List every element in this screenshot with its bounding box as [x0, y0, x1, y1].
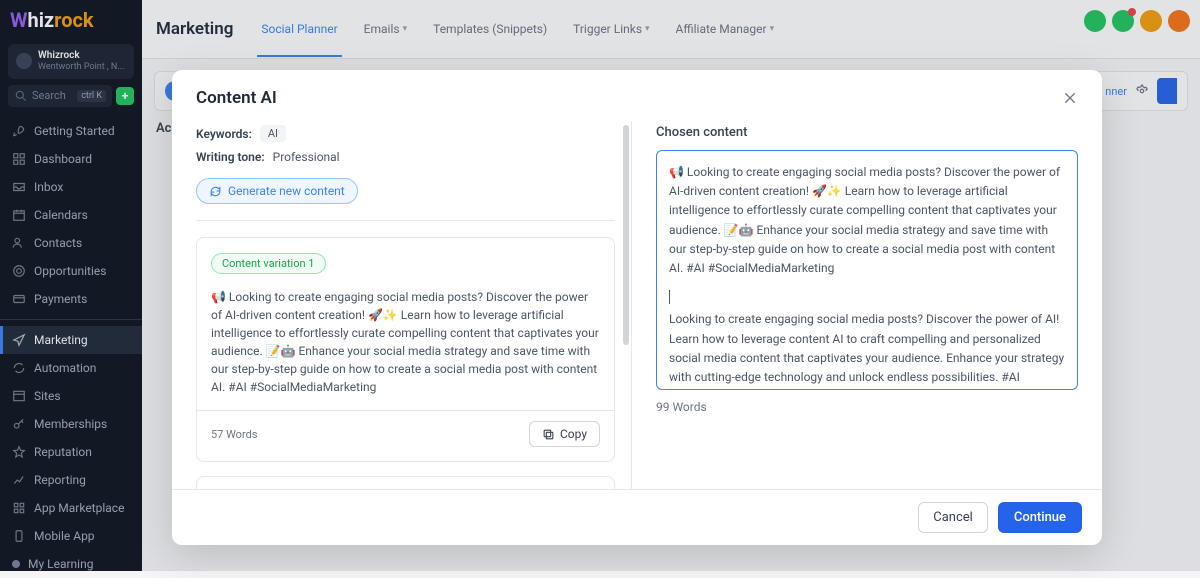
- chosen-word-count: 99 Words: [656, 400, 1078, 414]
- chosen-para-2: Looking to create engaging social media …: [669, 310, 1065, 390]
- chosen-content-textarea[interactable]: 📢 Looking to create engaging social medi…: [656, 150, 1078, 390]
- copy-icon: [542, 428, 555, 441]
- continue-button[interactable]: Continue: [998, 502, 1082, 533]
- generate-new-content-button[interactable]: Generate new content: [196, 178, 358, 204]
- modal-right-panel: Chosen content 📢 Looking to create engag…: [632, 121, 1102, 489]
- variation-1-chip: Content variation 1: [211, 253, 326, 274]
- tone-label: Writing tone:: [196, 150, 265, 164]
- variation-card-2: Content variation 2: [196, 476, 615, 489]
- chosen-content-label: Chosen content: [656, 125, 1078, 140]
- content-ai-modal: Content AI Keywords: AI Writing tone: Prof…: [172, 70, 1102, 545]
- modal-title: Content AI: [196, 88, 277, 108]
- copy-button[interactable]: Copy: [529, 421, 600, 447]
- variation-1-word-count: 57 Words: [211, 428, 257, 441]
- variation-1-text: 📢 Looking to create engaging social medi…: [211, 288, 600, 396]
- modal-left-panel: Keywords: AI Writing tone: Professional Ge…: [172, 121, 632, 489]
- close-icon: [1062, 90, 1078, 106]
- scrollbar[interactable]: [623, 125, 629, 345]
- tone-value: Professional: [273, 150, 340, 164]
- refresh-icon: [209, 185, 222, 198]
- text-cursor: [669, 290, 670, 304]
- cancel-button[interactable]: Cancel: [918, 502, 988, 533]
- keywords-label: Keywords:: [196, 127, 252, 141]
- close-button[interactable]: [1062, 90, 1078, 106]
- variation-card-1: Content variation 1 📢 Looking to create …: [196, 237, 615, 462]
- chosen-para-1: 📢 Looking to create engaging social medi…: [669, 163, 1065, 278]
- keyword-chip: AI: [260, 125, 286, 142]
